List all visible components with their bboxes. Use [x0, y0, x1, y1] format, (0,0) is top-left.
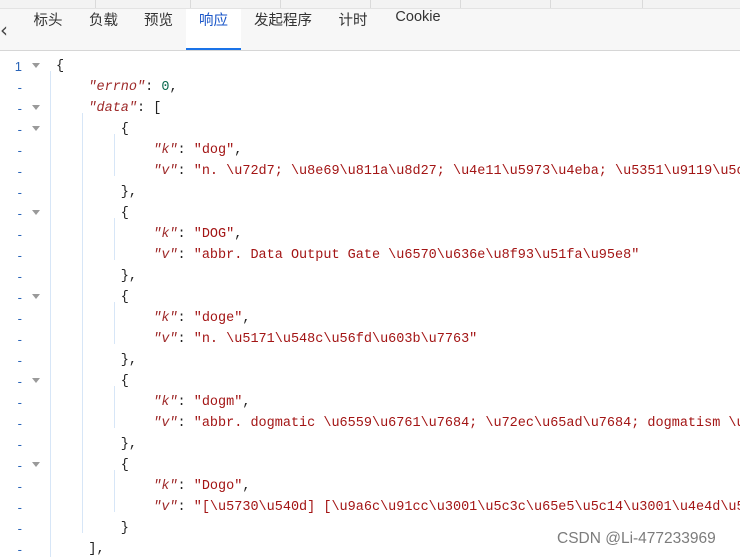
code-line: - "k": "DOG",	[0, 224, 740, 245]
code-line: - "v": "abbr. Data Output Gate \u6570\u6…	[0, 245, 740, 266]
code-line: - {	[0, 203, 740, 224]
line-number: -	[17, 374, 22, 389]
code-line: - "v": "n. \u5171\u548c\u56fd\u603b\u776…	[0, 329, 740, 350]
line-number: -	[17, 290, 22, 305]
line-number: -	[17, 437, 22, 452]
line-number: -	[17, 206, 22, 221]
code-text: {	[56, 290, 129, 305]
line-number: -	[17, 542, 22, 557]
code-text: {	[56, 59, 65, 74]
code-line: - {	[0, 119, 740, 140]
devtools-tab-bar: ‹ 标头 负载 预览 响应 发起程序 计时 Cookie	[0, 9, 740, 51]
line-number: -	[17, 143, 22, 158]
code-line: - {	[0, 455, 740, 476]
response-viewer[interactable]: 1{- "errno": 0, - "data": [- {- "k": "dog…	[0, 50, 740, 557]
line-number: -	[17, 458, 22, 473]
code-line: - "v": "[\u5730\u540d] [\u9a6c\u91cc\u30…	[0, 497, 740, 518]
fold-toggle-icon[interactable]	[31, 455, 41, 476]
line-number: -	[17, 479, 22, 494]
line-number: -	[17, 101, 22, 116]
code-line: - {	[0, 371, 740, 392]
tab-cookies[interactable]: Cookie	[381, 9, 455, 50]
line-number: -	[17, 164, 22, 179]
line-number: -	[17, 332, 22, 347]
line-number: -	[17, 248, 22, 263]
code-text: "k": "DOG",	[153, 227, 243, 242]
code-text: "v": "n. \u72d7; \u8e69\u811a\u8d27; \u4…	[153, 164, 740, 179]
code-text: },	[56, 437, 138, 452]
fold-toggle-icon[interactable]	[31, 371, 41, 392]
code-text: "v": "abbr. dogmatic \u6559\u6761\u7684;…	[153, 416, 740, 431]
line-number: -	[17, 269, 22, 284]
fold-toggle-icon[interactable]	[31, 98, 41, 119]
tab-payload[interactable]: 负载	[76, 9, 131, 50]
code-text: "v": "abbr. Data Output Gate \u6570\u636…	[153, 248, 640, 263]
code-line: - "v": "abbr. dogmatic \u6559\u6761\u768…	[0, 413, 740, 434]
line-number: -	[17, 80, 22, 95]
code-text: "v": "[\u5730\u540d] [\u9a6c\u91cc\u3001…	[153, 500, 740, 515]
line-number: -	[17, 500, 22, 515]
line-number: -	[17, 395, 22, 410]
code-line: - },	[0, 350, 740, 371]
tab-response[interactable]: 响应	[186, 9, 241, 50]
fold-toggle-icon[interactable]	[31, 287, 41, 308]
watermark: CSDN @Li-477233969	[557, 530, 716, 547]
code-text: ],	[56, 542, 105, 557]
fold-toggle-icon[interactable]	[31, 56, 41, 77]
code-text: {	[56, 206, 129, 221]
code-text: "errno": 0,	[88, 80, 178, 95]
code-text: "k": "doge",	[153, 311, 251, 326]
code-line: 1{	[0, 56, 740, 77]
code-text: "k": "dog",	[153, 143, 243, 158]
code-text: },	[56, 353, 138, 368]
code-text: {	[56, 458, 129, 473]
code-line: - "k": "Dogo",	[0, 476, 740, 497]
line-number: -	[17, 353, 22, 368]
fold-toggle-icon[interactable]	[31, 119, 41, 140]
code-text: },	[56, 185, 138, 200]
code-line: - },	[0, 266, 740, 287]
fold-toggle-icon[interactable]	[31, 203, 41, 224]
tab-initiator[interactable]: 发起程序	[241, 9, 325, 50]
code-line: - "k": "dogm",	[0, 392, 740, 413]
code-text: {	[56, 374, 129, 389]
line-number: -	[17, 122, 22, 137]
line-number: -	[17, 416, 22, 431]
code-line: - },	[0, 182, 740, 203]
code-text: {	[56, 122, 129, 137]
line-number: -	[17, 311, 22, 326]
line-number: -	[17, 185, 22, 200]
code-line: - {	[0, 287, 740, 308]
tab-headers[interactable]: 标头	[20, 9, 76, 50]
code-line: - "errno": 0,	[0, 77, 740, 98]
code-line: - "k": "doge",	[0, 308, 740, 329]
line-number: 1	[14, 59, 22, 74]
code-text: "v": "n. \u5171\u548c\u56fd\u603b\u7763"	[153, 332, 478, 347]
code-line: - "k": "dog",	[0, 140, 740, 161]
code-text: "data": [	[88, 101, 162, 116]
tab-timing[interactable]: 计时	[325, 9, 381, 50]
code-text: }	[56, 521, 129, 536]
line-number: -	[17, 521, 22, 536]
code-text: "k": "dogm",	[153, 395, 251, 410]
chevron-left-icon[interactable]: ‹	[0, 19, 14, 41]
tab-preview[interactable]: 预览	[131, 9, 186, 50]
line-number: -	[17, 227, 22, 242]
top-panel-strip	[0, 0, 740, 9]
code-text: "k": "Dogo",	[153, 479, 251, 494]
code-line: - "v": "n. \u72d7; \u8e69\u811a\u8d27; \…	[0, 161, 740, 182]
code-line: - "data": [	[0, 98, 740, 119]
code-line: - },	[0, 434, 740, 455]
code-text: },	[56, 269, 138, 284]
